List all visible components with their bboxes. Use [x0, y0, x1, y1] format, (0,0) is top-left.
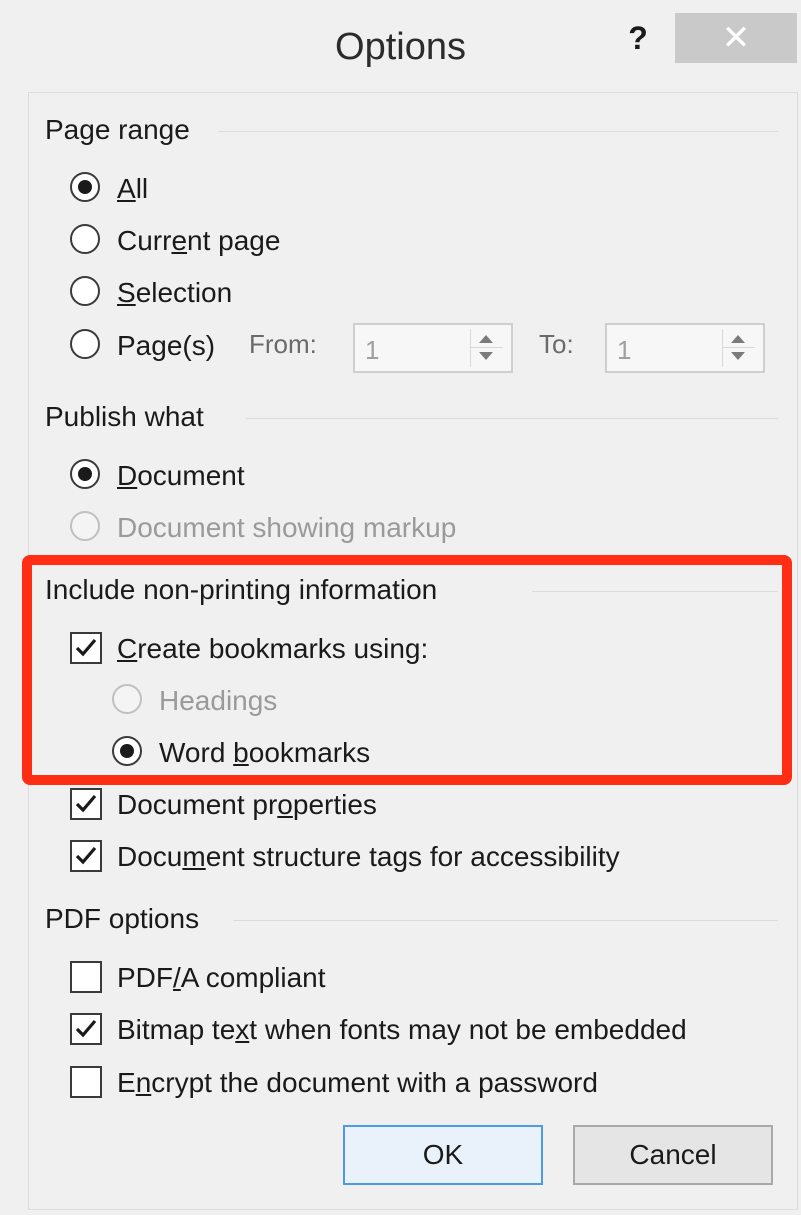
checkbox-encrypt-box[interactable]	[70, 1066, 102, 1098]
checkmark-icon	[75, 1019, 97, 1038]
to-value: 1	[617, 335, 632, 365]
radio-selection-label: Selection	[117, 277, 233, 308]
help-button[interactable]: ?	[618, 20, 658, 60]
cancel-button[interactable]: Cancel	[573, 1125, 773, 1185]
radio-all-label: All	[117, 173, 149, 204]
checkbox-pdfa-label: PDF/A compliant	[117, 962, 326, 993]
radio-current-page-button[interactable]	[70, 224, 100, 254]
radio-document-label: Document	[117, 460, 245, 491]
publish-what-label: Publish what	[45, 401, 204, 432]
checkmark-icon	[75, 794, 97, 813]
options-dialog: Options ? ✕ Page range All Current page …	[0, 0, 801, 1215]
radio-pages-button[interactable]	[70, 329, 100, 359]
title-bar: Options ? ✕	[0, 0, 801, 92]
spinner-divider	[471, 347, 503, 348]
ok-button[interactable]: OK	[343, 1125, 543, 1185]
from-label: From:	[249, 329, 317, 359]
spin-down-icon[interactable]	[731, 352, 745, 360]
radio-document-markup-label: Document showing markup	[117, 512, 457, 543]
radio-pages-label: Page(s)	[117, 330, 216, 361]
radio-document-button[interactable]	[70, 459, 100, 489]
from-spinner-arrows[interactable]	[470, 329, 503, 367]
checkbox-bitmap-text-box[interactable]	[70, 1013, 102, 1045]
pdf-options-divider	[233, 920, 778, 921]
radio-all-button[interactable]	[70, 172, 100, 202]
spin-up-icon[interactable]	[731, 335, 745, 343]
checkbox-document-properties-box[interactable]	[70, 788, 102, 820]
radio-selection-button[interactable]	[70, 276, 100, 306]
spinner-divider	[723, 347, 755, 348]
close-icon: ✕	[721, 19, 751, 57]
radio-current-page-label: Current page	[117, 225, 281, 256]
checkbox-pdfa-box[interactable]	[70, 961, 102, 993]
checkbox-bitmap-text-label: Bitmap text when fonts may not be embedd…	[117, 1014, 687, 1045]
to-label: To:	[539, 329, 574, 359]
checkbox-structure-tags-label: Document structure tags for accessibilit…	[117, 841, 620, 872]
publish-what-divider	[246, 418, 778, 419]
checkbox-encrypt-label: Encrypt the document with a password	[117, 1067, 598, 1098]
pdf-options-label: PDF options	[45, 903, 200, 934]
checkmark-icon	[75, 846, 97, 865]
spin-up-icon[interactable]	[479, 335, 493, 343]
to-spinner-arrows[interactable]	[722, 329, 755, 367]
to-spinner[interactable]: 1	[605, 323, 765, 373]
page-range-label: Page range	[45, 114, 190, 145]
from-spinner[interactable]: 1	[353, 323, 513, 373]
close-button[interactable]: ✕	[675, 13, 797, 63]
spin-down-icon[interactable]	[479, 352, 493, 360]
checkbox-structure-tags-box[interactable]	[70, 840, 102, 872]
checkbox-document-properties-label: Document properties	[117, 789, 377, 820]
radio-document-markup-button	[70, 511, 100, 541]
highlight-box	[22, 555, 792, 785]
page-range-divider	[218, 131, 778, 132]
from-value: 1	[365, 335, 380, 365]
